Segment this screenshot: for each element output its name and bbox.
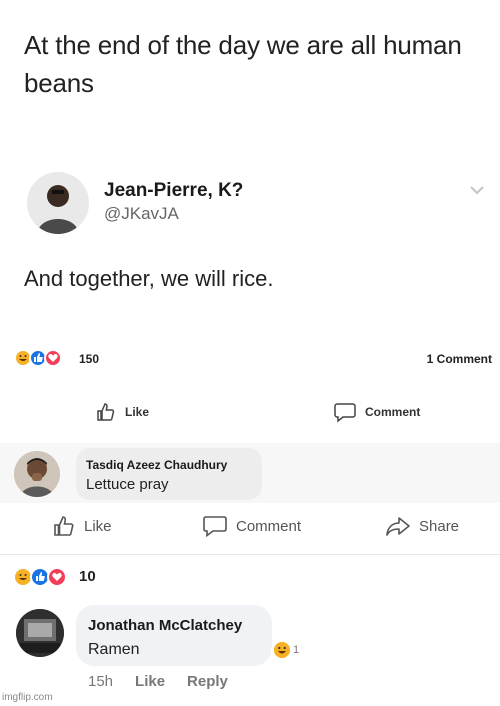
- chevron-down-icon[interactable]: [466, 183, 488, 197]
- comment-thread: 10 Jonathan McClatchey Ramen 1 15h Like …: [0, 555, 500, 706]
- tweet-author-name[interactable]: Jean-Pierre, K?: [104, 180, 243, 202]
- avatar[interactable]: [14, 451, 60, 497]
- comment-meta: 15h Like Reply: [88, 673, 228, 690]
- comment-time[interactable]: 15h: [88, 673, 113, 690]
- comment-text: Ramen: [88, 641, 140, 658]
- share-icon: [386, 517, 410, 536]
- reactions-panel: 150 1 Comment Like Comment: [0, 335, 500, 443]
- like-button[interactable]: Like: [95, 401, 149, 423]
- watermark: imgflip.com: [2, 692, 53, 703]
- comment-like-link[interactable]: Like: [135, 673, 165, 690]
- avatar[interactable]: [27, 172, 89, 234]
- reaction-icons[interactable]: [13, 567, 67, 587]
- comment-author[interactable]: Tasdiq Azeez Chaudhury: [86, 458, 227, 472]
- comment-label: Comment: [236, 517, 302, 535]
- love-icon: [44, 349, 62, 367]
- reaction-count[interactable]: 150: [79, 352, 99, 366]
- love-icon: [47, 567, 67, 587]
- comment-text: Lettuce pray: [86, 476, 169, 493]
- like-button[interactable]: Like: [52, 514, 112, 538]
- comment-icon: [203, 516, 227, 538]
- comment-button[interactable]: Comment: [202, 514, 301, 538]
- comment-button[interactable]: Comment: [333, 401, 420, 423]
- share-label: Share: [419, 517, 460, 535]
- reaction-icons[interactable]: [14, 349, 62, 367]
- comment-row: Tasdiq Azeez Chaudhury Lettuce pray: [0, 443, 500, 503]
- action-bar: Like Comment Share: [0, 503, 500, 555]
- tweet-handle[interactable]: @JKavJA: [104, 204, 179, 224]
- tweet-panel: Jean-Pierre, K? @JKavJA And together, we…: [0, 155, 500, 335]
- comment-bubble: Tasdiq Azeez Chaudhury Lettuce pray: [76, 448, 262, 500]
- haha-icon: [274, 642, 290, 658]
- thumbs-up-icon: [97, 403, 115, 421]
- like-label: Like: [125, 405, 150, 419]
- thumbs-up-icon: [54, 516, 74, 536]
- tweet-text: And together, we will rice.: [24, 266, 274, 291]
- post-panel: At the end of the day we are all human b…: [0, 0, 500, 155]
- like-label: Like: [84, 517, 112, 535]
- comment-reply-link[interactable]: Reply: [187, 673, 228, 690]
- comment-icon: [334, 403, 356, 423]
- comment-label: Comment: [365, 405, 421, 419]
- comment-count[interactable]: 1 Comment: [427, 352, 492, 366]
- comment-author[interactable]: Jonathan McClatchey: [88, 617, 242, 634]
- comment-reaction-badge[interactable]: 1: [271, 641, 303, 659]
- post-text: At the end of the day we are all human b…: [24, 30, 462, 98]
- comment-bubble: Jonathan McClatchey Ramen: [76, 605, 272, 666]
- reaction-count[interactable]: 10: [79, 568, 96, 585]
- avatar[interactable]: [16, 609, 64, 657]
- comment-reaction-count: 1: [293, 644, 300, 656]
- share-button[interactable]: Share: [385, 514, 459, 538]
